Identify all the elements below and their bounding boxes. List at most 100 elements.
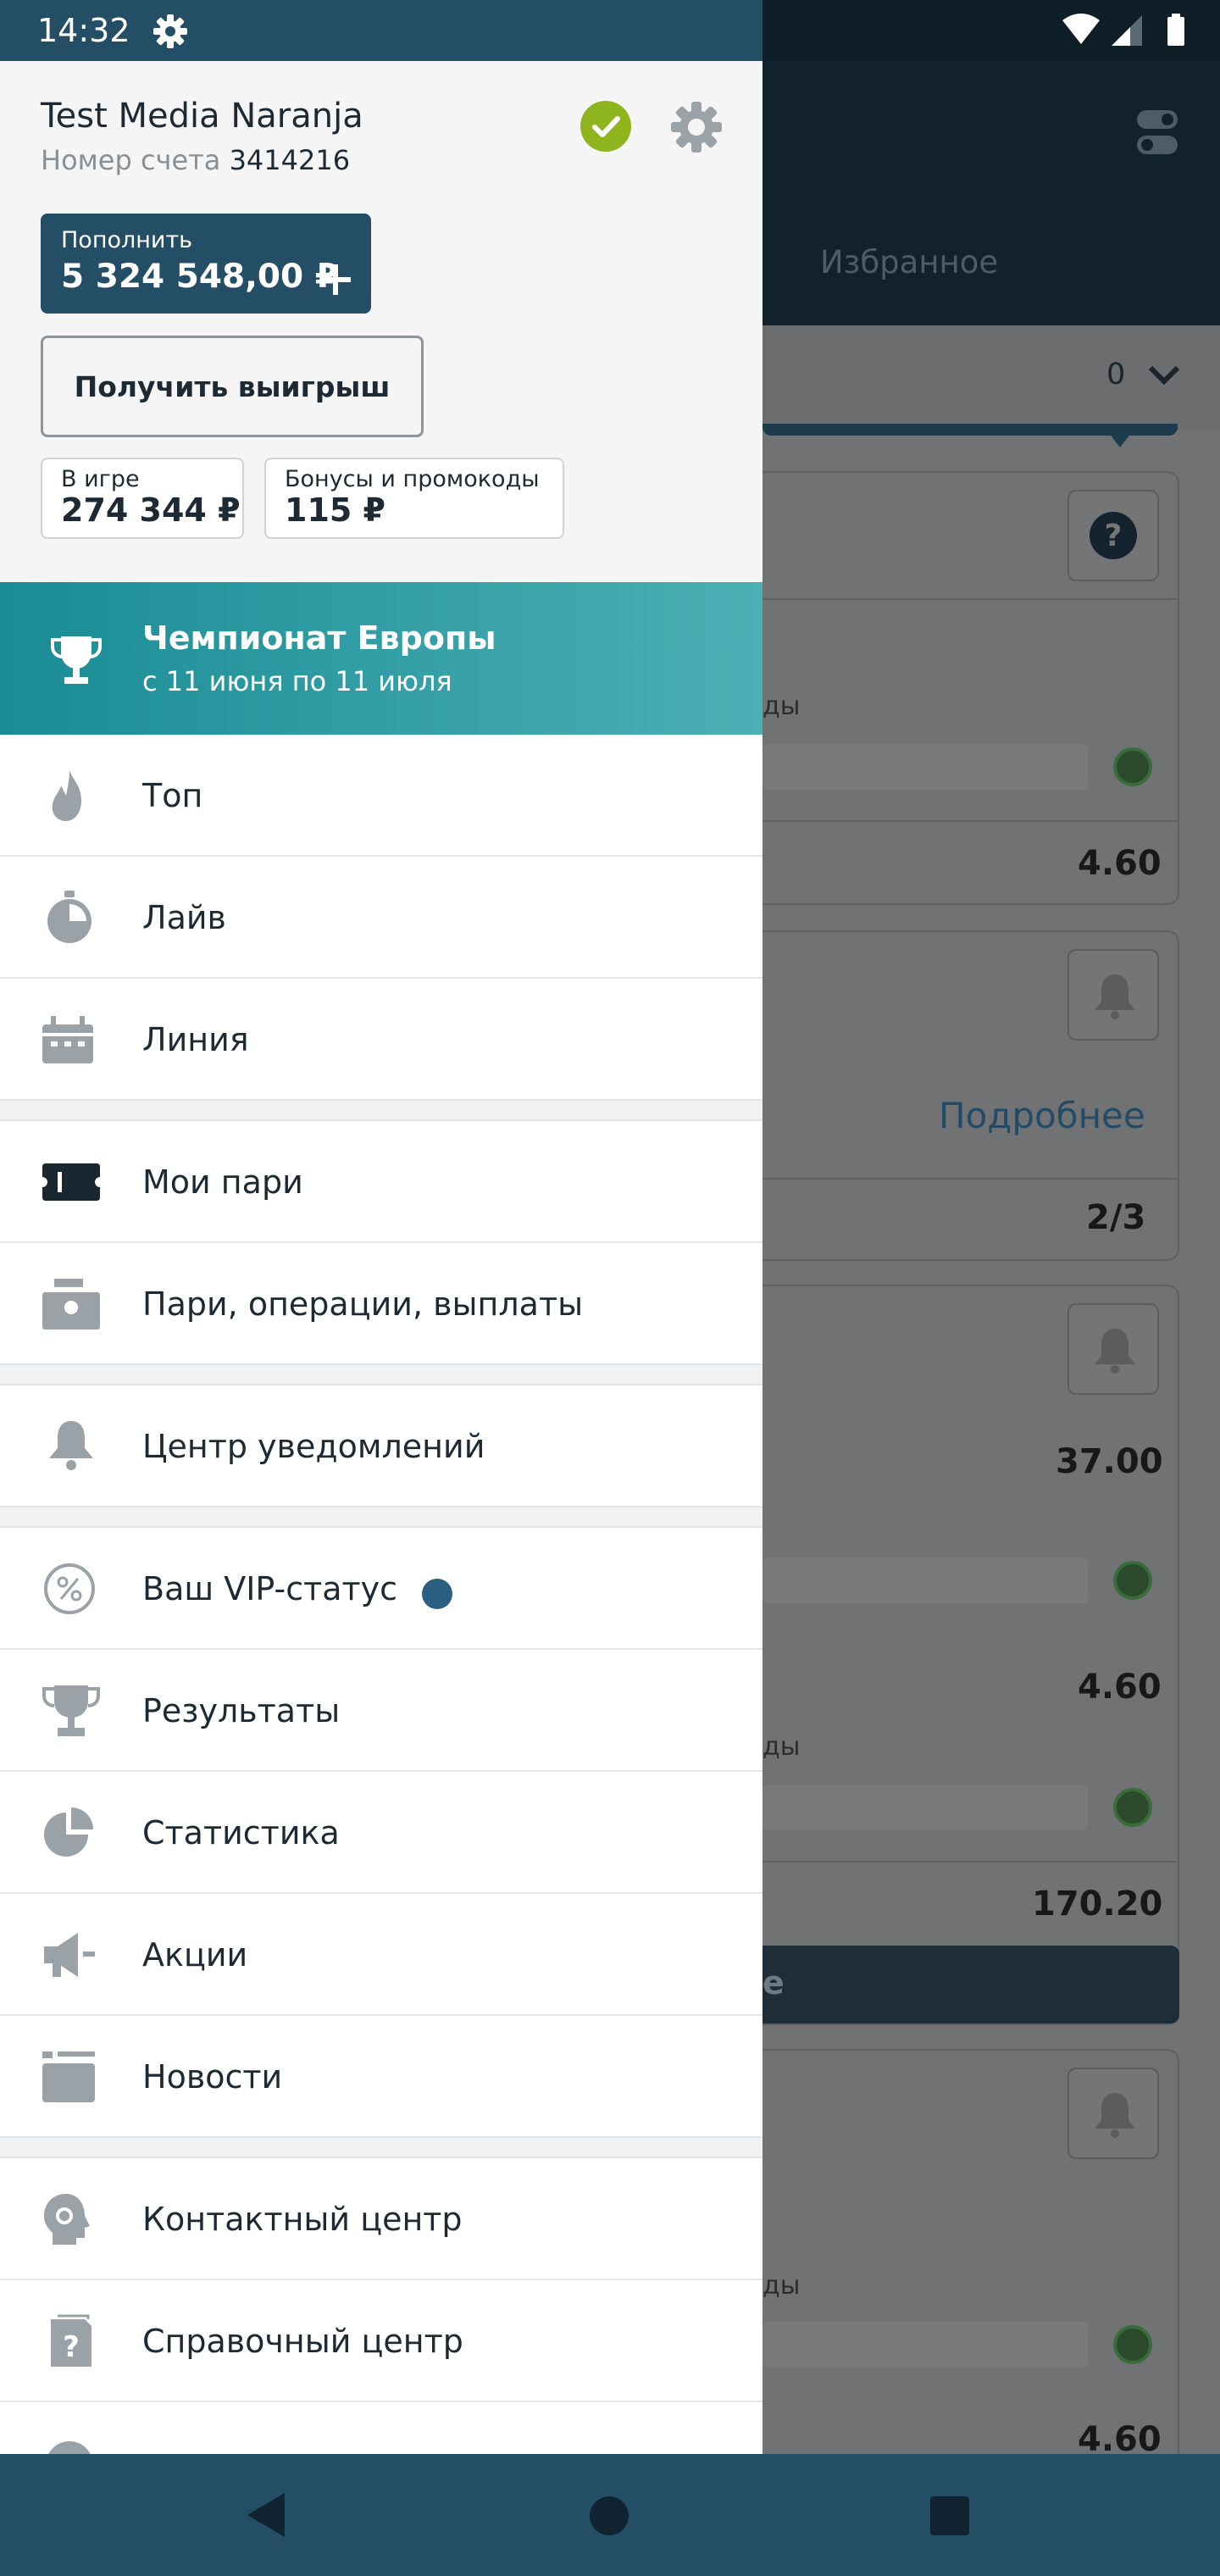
divider bbox=[762, 1861, 1178, 1863]
trophy-icon bbox=[42, 1685, 100, 1736]
recent-apps-icon[interactable] bbox=[930, 2496, 969, 2535]
account-number-label: Номер счета bbox=[41, 144, 221, 176]
bell-button bbox=[1068, 2068, 1159, 2159]
toggle-settings-icon bbox=[1137, 110, 1178, 154]
wifi-icon bbox=[1062, 14, 1100, 44]
cash-register-icon bbox=[42, 1279, 100, 1330]
menu-item-live[interactable]: Лайв bbox=[0, 857, 762, 979]
menu-item-partial[interactable] bbox=[0, 2402, 762, 2454]
menu-label-promotions: Акции bbox=[142, 1936, 248, 1974]
account-number: 3414216 bbox=[229, 144, 351, 176]
question-icon: ? bbox=[1090, 512, 1137, 559]
deposit-button[interactable]: Пополнить 5 324 548,00 ₽ bbox=[41, 214, 371, 314]
details-link: Подробнее bbox=[939, 1095, 1145, 1136]
odds-value: 170.20 bbox=[1032, 1885, 1163, 1924]
account-number-line: Номер счета 3414216 bbox=[41, 144, 350, 176]
settings-gear-icon[interactable] bbox=[669, 100, 724, 154]
help-document-icon: ? bbox=[51, 2314, 92, 2367]
bell-icon bbox=[1095, 2093, 1135, 2138]
menu-label-line: Линия bbox=[142, 1021, 249, 1058]
odds-value: 4.60 bbox=[1078, 1668, 1162, 1707]
menu-separator bbox=[0, 2138, 762, 2158]
divider bbox=[762, 820, 1178, 822]
back-icon[interactable] bbox=[242, 2490, 290, 2540]
background-strip bbox=[762, 1785, 1088, 1830]
verified-check-icon bbox=[580, 101, 631, 152]
menu-label-news: Новости bbox=[142, 2058, 283, 2096]
support-head-icon bbox=[44, 2194, 90, 2245]
plus-icon bbox=[320, 264, 351, 295]
in-game-box[interactable]: В игре 274 344 ₽ bbox=[41, 458, 244, 539]
menu-separator bbox=[0, 1507, 762, 1528]
menu-label-my-bets: Мои пари bbox=[142, 1163, 303, 1201]
menu-separator bbox=[0, 1365, 762, 1385]
bell-button bbox=[1068, 949, 1159, 1041]
balance-amount: 5 324 548,00 ₽ bbox=[61, 258, 338, 296]
menu-item-notifications[interactable]: Центр уведомлений bbox=[0, 1385, 762, 1507]
soccer-ball-icon bbox=[1113, 1788, 1152, 1827]
menu-label-results: Результаты bbox=[142, 1692, 341, 1729]
menu-item-top[interactable]: Топ bbox=[0, 735, 762, 857]
menu-item-history[interactable]: Пари, операции, выплаты bbox=[0, 1243, 762, 1365]
calendar-icon bbox=[42, 1016, 93, 1063]
status-time: 14:32 bbox=[37, 12, 130, 49]
menu-item-my-bets[interactable]: Мои пари bbox=[0, 1121, 762, 1243]
menu-item-contact-center[interactable]: Контактный центр bbox=[0, 2158, 762, 2280]
menu-item-promotions[interactable]: Акции bbox=[0, 1894, 762, 2016]
profile-section: Test Media Naranja Номер счета 3414216 П… bbox=[0, 61, 762, 582]
odds-value: 4.60 bbox=[1078, 2420, 1162, 2454]
trophy-icon bbox=[51, 636, 102, 684]
background-strip bbox=[762, 744, 1088, 790]
menu-label-help-center: Справочный центр bbox=[142, 2323, 463, 2360]
chevron-down-icon bbox=[1148, 365, 1180, 386]
withdraw-button[interactable]: Получить выигрыш bbox=[41, 336, 424, 437]
home-icon[interactable] bbox=[590, 2496, 629, 2535]
menu-label-history: Пари, операции, выплаты bbox=[142, 1285, 584, 1323]
background-action-fragment: е bbox=[762, 1964, 785, 2001]
menu-item-line[interactable]: Линия bbox=[0, 979, 762, 1101]
news-icon bbox=[42, 2051, 95, 2102]
megaphone-icon bbox=[44, 1933, 95, 1977]
help-button: ? bbox=[1068, 490, 1159, 581]
stopwatch-icon bbox=[47, 891, 92, 943]
background-strip bbox=[762, 2322, 1088, 2368]
menu-item-news[interactable]: Новости bbox=[0, 2016, 762, 2138]
settings-notification-icon bbox=[153, 14, 187, 48]
in-game-label: В игре bbox=[61, 466, 140, 492]
bell-icon bbox=[1095, 974, 1135, 1019]
vip-status-indicator bbox=[422, 1579, 452, 1609]
filter-count: 0 bbox=[1106, 358, 1126, 391]
vip-percent-icon bbox=[44, 1563, 95, 1614]
background-accent-arrow bbox=[1108, 432, 1132, 447]
odds-value: 4.60 bbox=[1078, 844, 1162, 883]
menu-label-live: Лайв bbox=[142, 899, 226, 936]
system-navigation-bar bbox=[0, 2454, 1220, 2576]
background-action-button: е bbox=[762, 1946, 1179, 2024]
ticket-icon bbox=[42, 1163, 100, 1201]
menu-label-statistics: Статистика bbox=[142, 1814, 340, 1852]
soccer-ball-icon bbox=[1113, 1561, 1152, 1600]
menu-label-vip-status: Ваш VIP-статус bbox=[142, 1570, 398, 1607]
menu-item-vip-status[interactable]: Ваш VIP-статус bbox=[0, 1528, 762, 1650]
bonuses-box[interactable]: Бонусы и промокоды 115 ₽ bbox=[264, 458, 564, 539]
soccer-ball-icon bbox=[1113, 2325, 1152, 2364]
clock-icon bbox=[48, 2441, 91, 2454]
background-strip bbox=[762, 1557, 1088, 1603]
menu-item-statistics[interactable]: Статистика bbox=[0, 1772, 762, 1894]
bell-icon bbox=[1095, 1329, 1135, 1374]
pie-chart-icon bbox=[44, 1807, 93, 1857]
svg-text:?: ? bbox=[1105, 519, 1123, 553]
fraction-value: 2/3 bbox=[1086, 1198, 1146, 1237]
card-text-fragment: ды bbox=[762, 1732, 801, 1762]
svg-text:?: ? bbox=[63, 2330, 80, 2364]
menu-item-results[interactable]: Результаты bbox=[0, 1650, 762, 1772]
bell-button bbox=[1068, 1303, 1159, 1395]
euro-championship-banner[interactable]: Чемпионат Европы с 11 июня по 11 июля bbox=[0, 582, 762, 735]
withdraw-button-label: Получить выигрыш bbox=[74, 370, 391, 403]
divider bbox=[762, 598, 1178, 600]
menu-item-help-center[interactable]: ? Справочный центр bbox=[0, 2280, 762, 2402]
promo-subtitle: с 11 июня по 11 июля bbox=[142, 665, 452, 697]
bell-icon bbox=[49, 1421, 93, 1470]
card-text-fragment: ды bbox=[762, 2271, 801, 2301]
flame-icon bbox=[52, 770, 81, 821]
